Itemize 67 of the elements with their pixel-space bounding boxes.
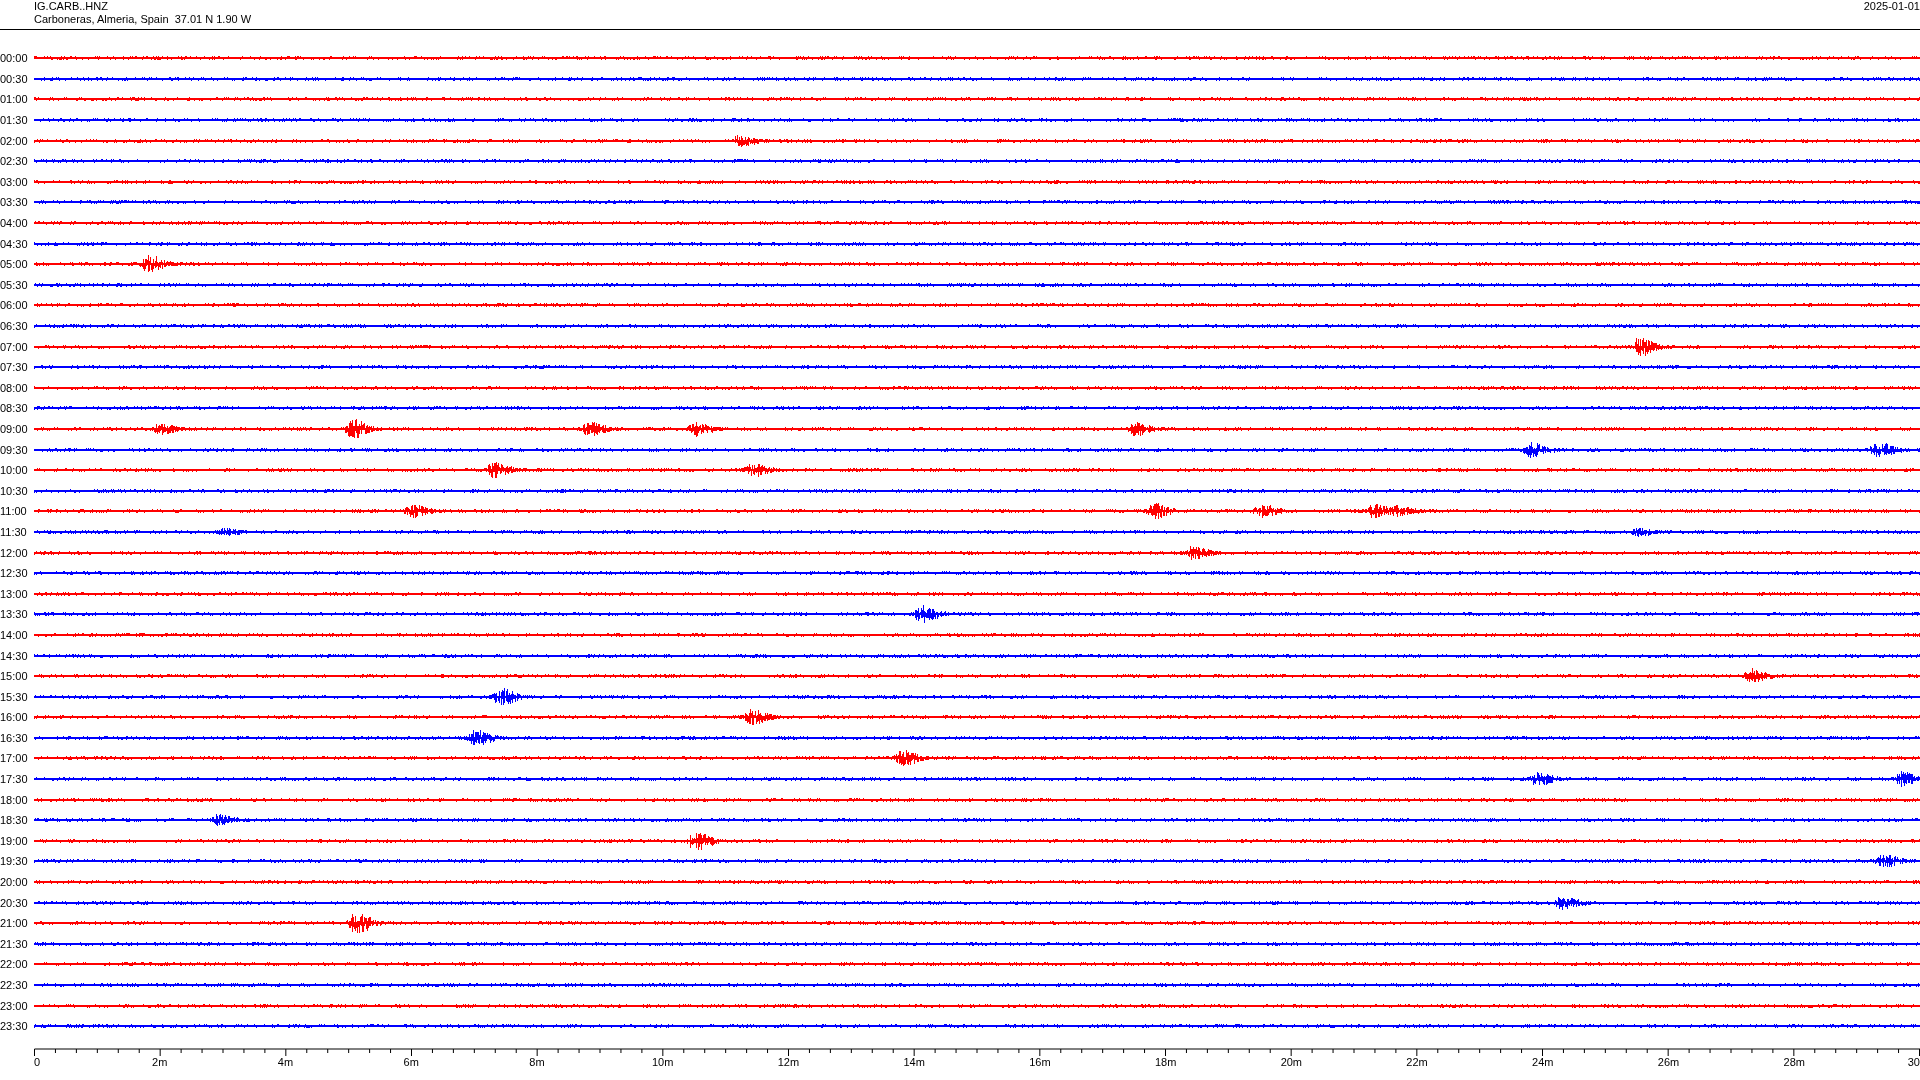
axis-tick-label: 24m [1532, 1055, 1554, 1068]
axis-tick-label: 12m [777, 1055, 800, 1068]
axis-tick-label: 18m [1154, 1055, 1177, 1068]
time-label: 12:30 [0, 567, 29, 580]
time-label: 11:30 [0, 525, 28, 538]
time-label: 19:00 [0, 834, 29, 847]
axis-tick-label: 28m [1783, 1055, 1805, 1068]
time-label: 18:00 [0, 793, 29, 806]
time-label: 10:30 [0, 484, 29, 497]
time-label: 06:30 [0, 320, 29, 332]
time-label: 07:00 [0, 340, 29, 353]
axis-tick-label: 30 [1907, 1055, 1920, 1068]
axis-tick-label: 0 [34, 1055, 41, 1068]
time-label: 02:30 [0, 155, 29, 168]
axis-tick-label: 26m [1657, 1055, 1680, 1068]
time-label: 13:00 [0, 587, 29, 600]
time-label: 00:30 [0, 72, 29, 85]
time-label: 03:30 [0, 196, 29, 209]
axis-tick-label: 16m [1029, 1055, 1051, 1068]
time-label: 01:00 [0, 93, 29, 106]
time-label: 00:00 [0, 52, 29, 65]
axis-tick-label: 6m [403, 1055, 419, 1068]
time-label: 23:30 [0, 1020, 29, 1033]
time-label: 21:30 [0, 937, 29, 950]
time-label: 22:00 [0, 958, 29, 971]
time-label: 04:00 [0, 217, 29, 230]
axis-tick-label: 10m [651, 1055, 674, 1068]
time-label: 15:00 [0, 670, 29, 683]
time-label: 16:00 [0, 711, 29, 724]
time-label: 14:00 [0, 628, 29, 641]
time-label: 22:30 [0, 979, 29, 991]
date-label: 2025-01-01 [1863, 0, 1920, 13]
time-label: 09:00 [0, 423, 29, 435]
time-label: 13:30 [0, 608, 29, 621]
time-label: 06:00 [0, 299, 29, 312]
time-label: 14:30 [0, 649, 29, 662]
time-label: 07:30 [0, 361, 29, 374]
time-label: 05:00 [0, 258, 29, 271]
time-label: 04:30 [0, 237, 29, 250]
time-label: 03:00 [0, 175, 29, 188]
time-label: 08:00 [0, 381, 29, 394]
time-label: 02:00 [0, 134, 29, 147]
axis-tick-label: 20m [1280, 1055, 1303, 1068]
axis-tick-label: 14m [903, 1055, 925, 1068]
time-label: 20:00 [0, 876, 29, 889]
time-label: 12:00 [0, 546, 29, 559]
time-label: 15:30 [0, 690, 29, 703]
time-label: 01:30 [0, 114, 29, 127]
axis-tick-label: 4m [277, 1055, 294, 1068]
time-label: 09:30 [0, 443, 29, 456]
axis-tick-label: 2m [152, 1055, 168, 1068]
time-label: 20:30 [0, 896, 29, 909]
time-label: 08:30 [0, 402, 29, 415]
time-label: 19:30 [0, 855, 29, 868]
axis-tick-label: 8m [529, 1055, 545, 1068]
time-label: 18:30 [0, 814, 29, 827]
station-location: Carboneras, Almeria, Spain 37.01 N 1.90 W [34, 13, 252, 26]
time-label: 23:00 [0, 999, 29, 1012]
station-code: IG.CARB..HNZ [34, 0, 109, 13]
time-label: 11:00 [0, 505, 28, 518]
time-label: 10:00 [0, 464, 29, 477]
axis-tick-label: 22m [1406, 1055, 1428, 1068]
time-label: 21:00 [0, 917, 29, 930]
time-label: 05:30 [0, 278, 29, 291]
time-label: 17:00 [0, 752, 29, 765]
time-label: 16:30 [0, 731, 29, 744]
time-label: 17:30 [0, 773, 29, 786]
